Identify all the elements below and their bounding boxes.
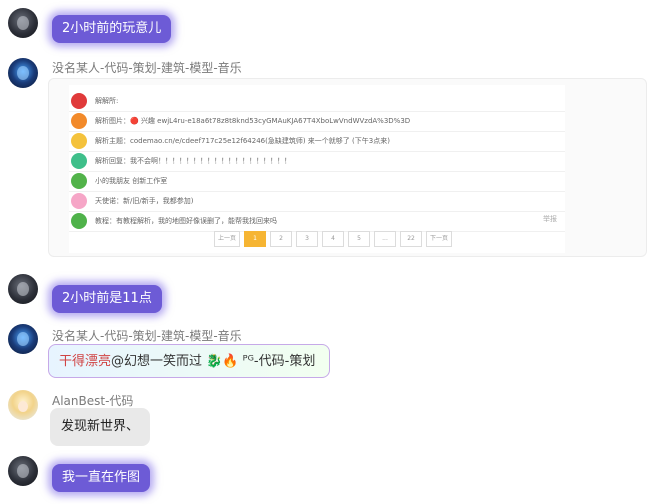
pagination-prev: 上一页	[214, 231, 241, 247]
message-bubble: 我一直在作图	[52, 464, 151, 492]
pagination-page: 2	[270, 231, 293, 247]
list-item: 解析主题：codemao.cn/e/cdeef717c25e12f64246(急…	[69, 131, 565, 152]
message-bubble: 2小时前是11点	[52, 285, 162, 313]
message-bubble: 2小时前的玩意儿	[52, 15, 172, 43]
list-item: 解析图片：🔴 兴趣 ewjL4ru-e18a6t78z8t8knd53cyGMA…	[69, 111, 565, 132]
list-item: 天使诺：新/旧/新手，我都参加)	[69, 191, 565, 212]
highlight-text: 干得漂亮	[59, 354, 112, 369]
pagination-page: 4	[322, 231, 345, 247]
forum-screenshot: 解解所: 解析图片：🔴 兴趣 ewjL4ru-e18a6t78z8t8knd53…	[69, 85, 565, 253]
message-bubble: 干得漂亮@幻想一笑而过 🐉🔥 ᴾᴳ-代码-策划	[48, 344, 330, 378]
message-bubble: 发现新世界、	[50, 408, 151, 446]
pagination-page: 22	[400, 231, 423, 247]
user-avatar[interactable]	[8, 58, 38, 88]
image-attachment[interactable]: 解解所: 解析图片：🔴 兴趣 ewjL4ru-e18a6t78z8t8knd53…	[48, 78, 647, 257]
user-avatar[interactable]	[8, 390, 38, 420]
list-item: 解解所:	[69, 91, 565, 112]
user-avatar[interactable]	[8, 324, 38, 354]
list-item: 小的我朋友 创新工作室	[69, 171, 565, 192]
message-1: 2小时前的玩意儿	[0, 0, 668, 50]
pagination-page: 3	[296, 231, 319, 247]
sender-name: 没名某人-代码-策划-建筑-模型-音乐	[52, 61, 242, 75]
pagination-page: 5	[348, 231, 371, 247]
message-6: 我一直在作图	[0, 452, 668, 504]
pagination: 上一页 1 2 3 4 5 ... 22 下一页	[214, 231, 453, 247]
user-avatar[interactable]	[8, 274, 38, 304]
list-item: 解析回复：我不会啊！！！！！！！！！！！！！！！！！！！	[69, 151, 565, 172]
user-avatar[interactable]	[8, 456, 38, 486]
message-3: 2小时前是11点	[0, 270, 668, 320]
pagination-next: 下一页	[426, 231, 453, 247]
sender-name: AlanBest-代码	[52, 394, 134, 408]
pagination-ellipsis: ...	[374, 231, 397, 247]
message-text: @幻想一笑而过 🐉🔥 ᴾᴳ-代码-策划	[111, 354, 316, 369]
sender-name: 没名某人-代码-策划-建筑-模型-音乐	[52, 329, 242, 343]
list-item: 教程：有教程解析，我的地图好像误删了，能帮我找回来吗 举报	[69, 211, 565, 232]
user-avatar[interactable]	[8, 8, 38, 38]
pagination-page: 1	[244, 231, 267, 247]
